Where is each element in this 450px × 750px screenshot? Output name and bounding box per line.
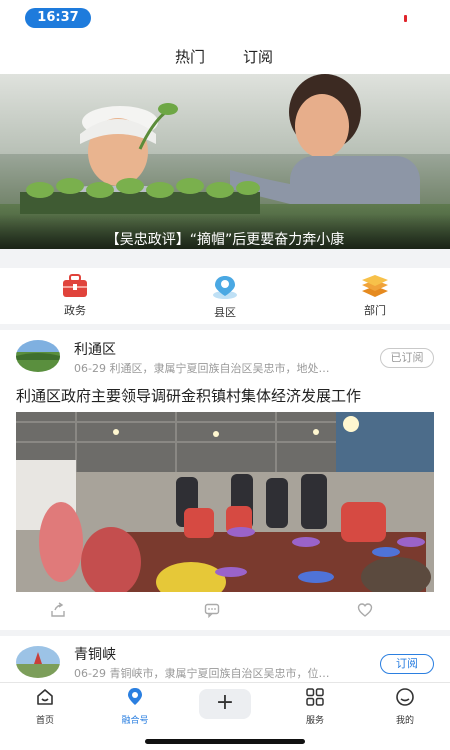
tab-hot[interactable]: 热门 [175,46,205,67]
location-pin-icon [128,688,142,705]
top-tab-bar: 热门 订阅 [0,36,450,74]
article-headline[interactable]: 利通区政府主要领导调研金积镇村集体经济发展工作 [16,385,361,406]
briefcase-icon [63,274,87,297]
nav-profile[interactable]: 我的 [375,687,435,726]
nav-publish[interactable]: + [195,687,255,719]
source-name[interactable]: 利通区 [74,339,116,359]
category-label: 政务 [64,304,86,317]
nav-label: 融合号 [121,716,149,726]
status-time: 16:37 [25,8,91,28]
profile-icon [396,688,414,706]
category-row: 政务 县区 部门 [0,268,450,324]
comment-icon[interactable] [204,602,220,622]
source-name[interactable]: 青铜峡 [74,644,116,664]
banner-carousel[interactable]: 【吴忠政评】“摘帽”后更要奋力奔小康 [0,74,450,249]
location-pin-icon [213,276,237,299]
source-avatar[interactable] [16,340,60,372]
status-bar: 16:37 [0,0,450,36]
category-label: 部门 [364,304,386,317]
home-indicator [145,739,305,744]
source-meta: 06-29 青铜峡市，隶属宁夏回族自治区吴忠市，位… [74,667,330,680]
like-heart-icon[interactable] [357,602,373,622]
grid-icon [306,688,324,706]
nav-label: 我的 [395,716,414,726]
subscribe-button[interactable]: 已订阅 [380,348,434,368]
article-actions [0,600,450,624]
article-photo[interactable] [16,412,434,592]
plus-icon: + [199,689,251,719]
nav-fusion-account[interactable]: 融合号 [105,687,165,726]
home-icon [37,689,53,705]
banner-caption: 【吴忠政评】“摘帽”后更要奋力奔小康 [105,232,345,248]
nav-home[interactable]: 首页 [15,687,75,726]
feed-card[interactable]: 青铜峡 06-29 青铜峡市，隶属宁夏回族自治区吴忠市，位… 订阅 [0,636,450,682]
layers-icon [362,275,388,297]
category-label: 县区 [214,306,236,319]
share-icon[interactable] [50,602,66,622]
subscribe-button[interactable]: 订阅 [380,654,434,674]
category-government[interactable]: 政务 [45,274,105,318]
source-meta: 06-29 利通区，隶属宁夏回族自治区吴忠市，地处… [74,362,330,375]
feed-card[interactable]: 利通区 06-29 利通区，隶属宁夏回族自治区吴忠市，地处… 已订阅 利通区政府… [0,330,450,630]
category-departments[interactable]: 部门 [345,274,405,318]
nav-label: 服务 [305,716,324,726]
category-counties[interactable]: 县区 [195,274,255,320]
source-avatar[interactable] [16,646,60,678]
seedling-tray [20,178,260,214]
signal-indicator-icon [404,15,407,22]
nav-services[interactable]: 服务 [285,687,345,726]
tab-subscribed[interactable]: 订阅 [243,46,273,67]
nav-label: 首页 [35,716,54,726]
